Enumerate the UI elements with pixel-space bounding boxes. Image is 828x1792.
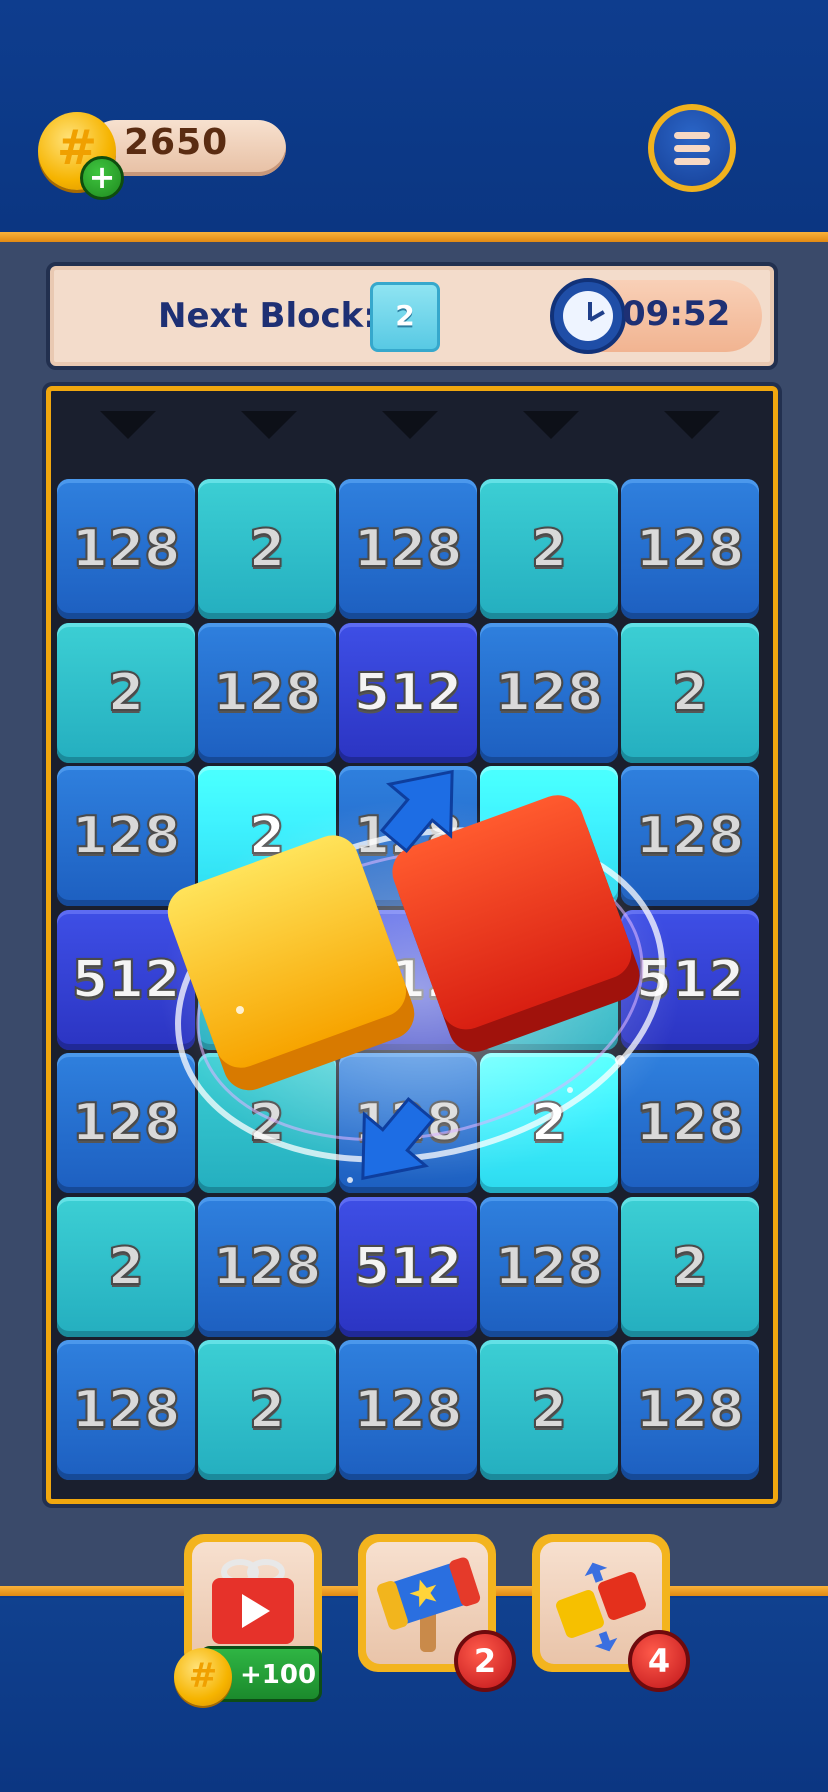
coin-icon: # bbox=[174, 1648, 232, 1706]
board-tile[interactable]: 128 bbox=[57, 766, 195, 906]
board-tile[interactable]: 128 bbox=[57, 479, 195, 619]
board-tile[interactable]: 512 bbox=[339, 622, 477, 763]
drop-arrow-icon bbox=[381, 411, 438, 439]
board-tile[interactable]: 128 bbox=[621, 479, 759, 619]
board-tile[interactable]: 128 bbox=[621, 1340, 759, 1480]
drop-arrow-icon bbox=[663, 411, 720, 439]
board-tile[interactable]: 2 bbox=[198, 909, 336, 1050]
board-tile[interactable]: 128 bbox=[57, 1053, 195, 1193]
board-tile[interactable]: 2 bbox=[621, 622, 759, 763]
board-tile[interactable]: 2 bbox=[480, 766, 618, 906]
menu-button[interactable] bbox=[648, 104, 736, 192]
board-tile[interactable]: 128 bbox=[339, 479, 477, 619]
drop-arrow-icon bbox=[240, 411, 297, 439]
drop-arrow-icon bbox=[522, 411, 579, 439]
board-tile[interactable]: 128 bbox=[198, 1196, 336, 1337]
next-block-label: Next Block: bbox=[158, 296, 377, 336]
clock-icon bbox=[550, 278, 626, 354]
coin-balance: 2650 bbox=[124, 122, 229, 163]
board-tile[interactable]: 2 bbox=[198, 1053, 336, 1193]
board-tile[interactable]: 512 bbox=[621, 909, 759, 1050]
board-tile[interactable]: 128 bbox=[198, 622, 336, 763]
drop-lane-1[interactable] bbox=[57, 391, 198, 479]
board-tile[interactable]: 512 bbox=[339, 1196, 477, 1337]
drop-lane-3[interactable] bbox=[339, 391, 480, 479]
board-tile[interactable]: 128 bbox=[621, 766, 759, 906]
board-tile[interactable]: 2 bbox=[480, 1340, 618, 1480]
board-tile[interactable]: 512 bbox=[339, 909, 477, 1050]
board-tile[interactable]: 512 bbox=[57, 909, 195, 1050]
board-tile[interactable]: 2 bbox=[57, 1196, 195, 1337]
hammer-count-badge: 2 bbox=[454, 1630, 516, 1692]
game-board[interactable]: 128 2 128 2 128 2 128 512 128 2 128 2 128 2 128 512 2 512… bbox=[46, 386, 778, 1504]
drop-lane-2[interactable] bbox=[198, 391, 339, 479]
board-tile[interactable]: 128 bbox=[480, 622, 618, 763]
reward-amount: +100 bbox=[240, 1660, 317, 1690]
add-coins-button[interactable]: + bbox=[80, 156, 124, 200]
board-tile[interactable]: 128 bbox=[339, 766, 477, 906]
board-tile[interactable]: 128 bbox=[339, 1340, 477, 1480]
status-bar: Next Block: 2 09:52 bbox=[46, 262, 778, 370]
board-tile[interactable]: 128 bbox=[621, 1053, 759, 1193]
header-divider bbox=[0, 232, 828, 242]
hamburger-menu-icon bbox=[654, 110, 730, 186]
board-tile[interactable]: 2 bbox=[621, 1196, 759, 1337]
drop-lane-4[interactable] bbox=[480, 391, 621, 479]
swap-count-badge: 4 bbox=[628, 1630, 690, 1692]
board-tile[interactable]: 2 bbox=[57, 622, 195, 763]
board-tile[interactable]: 2 bbox=[198, 766, 336, 906]
timer-value: 09:52 bbox=[622, 294, 731, 334]
board-tile[interactable]: 2 bbox=[198, 1340, 336, 1480]
coin-counter[interactable]: 2650 # + bbox=[38, 112, 286, 200]
drop-arrow-icon bbox=[99, 411, 156, 439]
board-tile[interactable]: 128 bbox=[339, 1053, 477, 1193]
drop-lane-5[interactable] bbox=[621, 391, 762, 479]
next-block-tile: 2 bbox=[370, 282, 440, 352]
board-tile[interactable]: 128 bbox=[57, 1340, 195, 1480]
board-tile[interactable]: 2 bbox=[198, 479, 336, 619]
board-tile[interactable]: 2 bbox=[480, 909, 618, 1050]
board-tile[interactable]: 2 bbox=[480, 1053, 618, 1193]
board-tile[interactable]: 128 bbox=[480, 1196, 618, 1337]
board-tile[interactable]: 2 bbox=[480, 479, 618, 619]
